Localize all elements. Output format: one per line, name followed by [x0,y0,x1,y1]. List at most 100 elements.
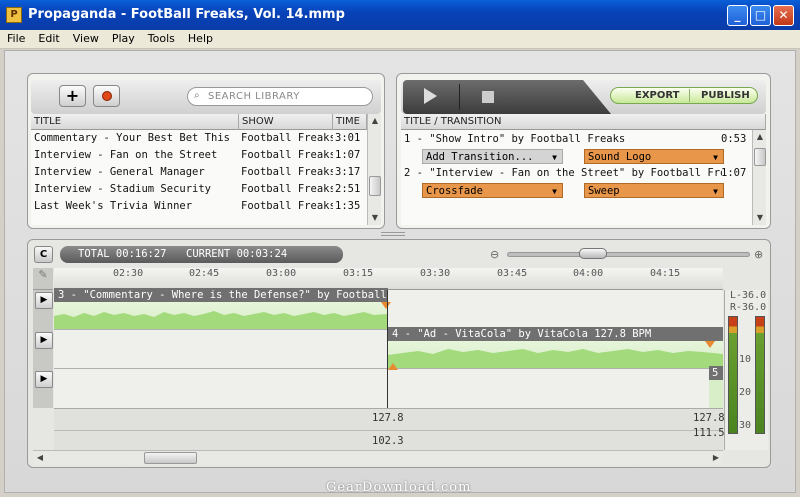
zoom-slider-thumb[interactable] [579,248,607,259]
record-icon [102,91,112,101]
time-ruler[interactable]: 02:30 02:45 03:00 03:15 03:30 03:45 04:0… [54,268,723,290]
fade-marker-icon[interactable] [705,341,715,348]
lib-row-title[interactable]: Interview - Stadium Security [34,181,234,198]
col-title-transition[interactable]: TITLE / TRANSITION [401,114,766,130]
scroll-right-icon[interactable]: ▶ [709,451,723,465]
playlist-item-title[interactable]: 2 - "Interview - Fan on the Street" by F… [404,165,722,182]
playlist-item-time: 1:07 [721,167,747,179]
scroll-left-icon[interactable]: ◀ [33,451,47,465]
lib-row-show[interactable]: Football Freaks, [241,164,333,181]
hscroll-thumb[interactable] [144,452,197,464]
splitter-grip[interactable] [381,232,405,236]
meter-scale-label: 20 [739,387,752,398]
menu-tools[interactable]: Tools [141,30,181,45]
transition-value: Crossfade [426,185,483,197]
menu-bar: File Edit View Play Tools Help [0,30,800,49]
playlist-scrollbar[interactable]: ▲ ▼ [752,130,766,225]
ruler-label: 03:00 [266,268,297,279]
lib-row-time[interactable]: 1:35 [335,198,365,215]
transition-dropdown[interactable]: Add Transition... ▼ [422,149,563,164]
search-input[interactable]: SEARCH LIBRARY [208,91,300,102]
fade-marker-icon[interactable] [381,302,391,309]
clip-4-label: 4 - "Ad - VitaCola" by VitaCola 127.8 BP… [388,327,723,341]
transition-dropdown[interactable]: Crossfade ▼ [422,183,563,198]
bpm-value: 111.5 [693,427,725,439]
bpm-lane: 127.8 127.8 102.3 111.5 [54,408,725,450]
cut-button[interactable]: C [34,246,53,263]
playhead[interactable] [387,290,388,408]
scroll-down-icon[interactable]: ▼ [368,211,382,225]
lib-row-time[interactable]: 3:17 [335,164,365,181]
add-button[interactable]: + [59,85,86,107]
menu-play[interactable]: Play [105,30,141,45]
ruler-label: 03:15 [343,268,374,279]
lib-row-show[interactable]: Football Freaks, [241,147,333,164]
transport-divider [459,84,460,110]
logo-dropdown[interactable]: Sweep ▼ [584,183,724,198]
meter-right-bar [755,316,765,434]
zoom-out-icon[interactable]: ⊖ [490,248,499,261]
lib-row-title[interactable]: Last Week's Trivia Winner [34,198,234,215]
scroll-thumb[interactable] [369,176,381,196]
clip-4-waveform [388,349,723,368]
menu-help[interactable]: Help [181,30,219,45]
lib-row-show[interactable]: Football Freaks, [241,198,333,215]
scroll-down-icon[interactable]: ▼ [753,211,767,225]
lib-row-time[interactable]: 2:51 [335,181,365,198]
bpm-value: 127.8 [693,412,725,424]
menu-view[interactable]: View [66,30,105,45]
timeline-hscrollbar[interactable]: ◀ ▶ [33,450,723,464]
total-time: TOTAL 00:16:27 [78,248,167,260]
search-field[interactable]: ⌕ SEARCH LIBRARY [187,87,373,106]
col-show[interactable]: SHOW [239,114,333,130]
meter-left-bar [728,316,738,434]
scroll-thumb[interactable] [754,148,766,166]
lib-row-title[interactable]: Interview - Fan on the Street [34,147,234,164]
chevron-down-icon: ▼ [552,187,557,196]
scroll-up-icon[interactable]: ▲ [368,114,382,128]
logo-value: Sound Logo [588,151,652,163]
clip-3-waveform [54,311,388,329]
record-button[interactable] [93,85,120,107]
logo-dropdown[interactable]: Sound Logo ▼ [584,149,724,164]
bpm-value: 127.8 [372,412,404,424]
menu-file[interactable]: File [0,30,31,45]
col-title[interactable]: TITLE [31,114,239,130]
lib-row-title[interactable]: Commentary - Your Best Bet This W [34,130,234,147]
scroll-up-icon[interactable]: ▲ [753,130,767,144]
playlist-list: 1 - "Show Intro" by Football Freaks 0:53… [401,130,752,225]
clip-3-label: 3 - "Commentary - Where is the Defense?"… [54,288,388,302]
chevron-down-icon: ▼ [552,153,557,162]
export-button[interactable]: EXPORT [635,90,679,101]
clip-5[interactable]: 5 [709,366,723,408]
window-title: Propaganda - FootBall Freaks, Vol. 14.mm… [28,7,345,22]
library-scrollbar[interactable]: ▲ ▼ [367,114,381,225]
zoom-in-icon[interactable]: ⊕ [754,248,763,261]
publish-button[interactable]: PUBLISH [701,90,750,101]
chevron-down-icon: ▼ [713,187,718,196]
lib-row-show[interactable]: Football Freaks, [241,181,333,198]
app-icon: P [6,7,22,23]
lib-row-show[interactable]: Football Freaks, [241,130,333,147]
bpm-divider [54,430,723,431]
time-display: TOTAL 00:16:27 CURRENT 00:03:24 [60,246,343,263]
track-1-play-icon[interactable]: ▶ [35,292,53,309]
stop-icon[interactable] [482,91,494,103]
track-2-play-icon[interactable]: ▶ [35,332,53,349]
playlist-item-title[interactable]: 1 - "Show Intro" by Football Freaks [404,131,714,148]
fade-marker-icon[interactable] [388,363,398,370]
lib-row-title[interactable]: Interview - General Manager [34,164,234,181]
lib-row-time[interactable]: 1:07 [335,147,365,164]
clip-3[interactable]: 3 - "Commentary - Where is the Defense?"… [54,288,391,329]
minimize-button[interactable]: _ [727,5,748,26]
maximize-button[interactable]: □ [750,5,771,26]
zoom-slider[interactable] [507,252,750,257]
menu-edit[interactable]: Edit [31,30,65,45]
col-time[interactable]: TIME [333,114,367,130]
track-3-play-icon[interactable]: ▶ [35,371,53,388]
close-button[interactable]: ✕ [773,5,794,26]
chevron-down-icon: ▼ [713,153,718,162]
play-icon[interactable] [424,88,437,104]
clip-4[interactable]: 4 - "Ad - VitaCola" by VitaCola 127.8 BP… [388,327,723,370]
lib-row-time[interactable]: 3:01 [335,130,365,147]
